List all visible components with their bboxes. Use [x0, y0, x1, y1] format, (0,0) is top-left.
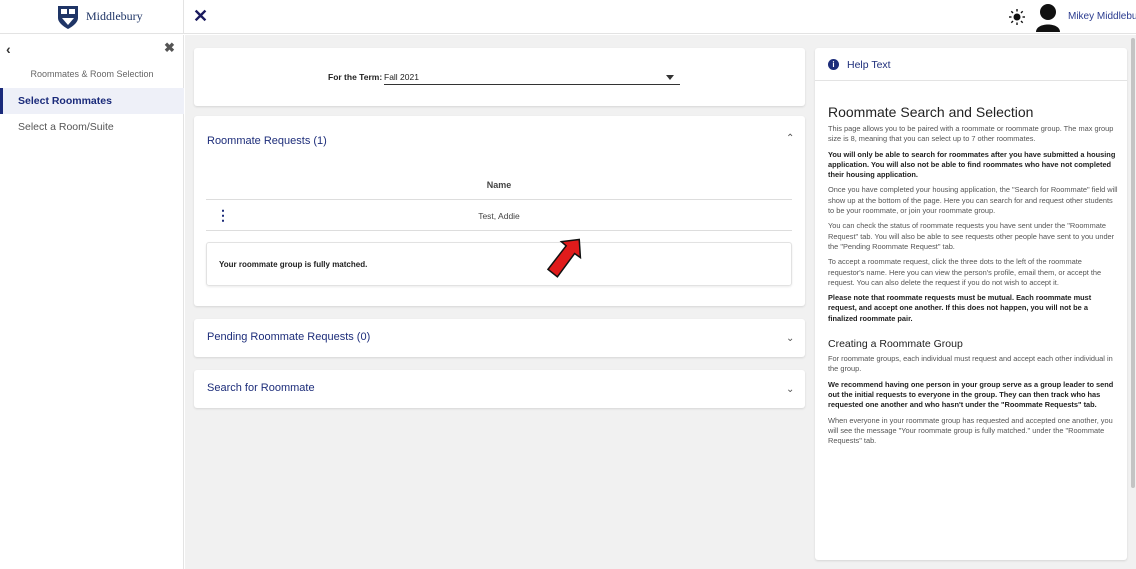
pending-requests-title[interactable]: Pending Roommate Requests (0)	[207, 331, 370, 343]
help-paragraph: When everyone in your roommate group has…	[828, 415, 1113, 446]
avatar[interactable]	[1034, 2, 1062, 32]
top-bar: Middlebury ✕ Mikey Middlebury	[0, 0, 1136, 34]
help-paragraph: Once you have completed your housing app…	[828, 185, 1118, 216]
help-body: Roommate Search and Selection This page …	[828, 104, 1118, 451]
help-header: i Help Text	[815, 48, 1127, 81]
help-paragraph: You can check the status of roommate req…	[828, 221, 1115, 251]
term-card: For the Term: Fall 2021	[194, 48, 805, 106]
scrollbar-thumb[interactable]	[1131, 38, 1135, 488]
sidebar-item-select-roommates[interactable]: Select Roommates	[0, 88, 184, 114]
match-status-text: Your roommate group is fully matched.	[219, 260, 368, 269]
close-icon[interactable]: ✕	[193, 6, 208, 26]
logo-text: Middlebury	[86, 9, 143, 23]
main-content: For the Term: Fall 2021 Roommate Request…	[185, 35, 1136, 569]
term-label: For the Term:	[328, 72, 383, 82]
sidebar-item-select-room[interactable]: Select a Room/Suite	[0, 114, 184, 140]
info-icon: i	[828, 59, 839, 70]
help-paragraph: For roommate groups, each individual mus…	[828, 354, 1113, 374]
help-paragraph: We recommend having one person in your g…	[828, 379, 1114, 410]
chevron-up-icon[interactable]: ⌃	[786, 133, 794, 144]
match-status-box: Your roommate group is fully matched.	[206, 242, 792, 286]
user-name[interactable]: Mikey Middlebury	[1068, 11, 1136, 22]
search-roommate-panel[interactable]: Search for Roommate ⌄	[194, 370, 805, 408]
roommate-name: Test, Addie	[478, 211, 520, 221]
help-paragraph: Please note that roommate requests must …	[828, 293, 1092, 323]
help-panel: i Help Text Roommate Search and Selectio…	[815, 48, 1127, 560]
logo-area[interactable]: Middlebury	[0, 0, 184, 34]
close-icon[interactable]: ✖	[164, 40, 175, 56]
search-roommate-title[interactable]: Search for Roommate	[207, 382, 315, 394]
chevron-down-icon[interactable]: ⌄	[786, 333, 794, 344]
chevron-left-icon[interactable]: ‹	[6, 41, 11, 57]
help-subheading: Creating a Roommate Group	[828, 338, 963, 351]
term-select[interactable]: Fall 2021	[384, 68, 680, 85]
term-select-value: Fall 2021	[384, 72, 419, 82]
middlebury-shield-icon	[58, 6, 78, 29]
help-paragraph: You will only be able to search for room…	[828, 149, 1116, 180]
help-title: Help Text	[847, 59, 891, 71]
table-row: ⋮ Test, Addie	[206, 201, 792, 231]
chevron-down-icon[interactable]: ⌄	[786, 384, 794, 395]
caret-down-icon	[666, 75, 674, 80]
sun-icon[interactable]	[1008, 8, 1026, 26]
roommate-requests-panel: Roommate Requests (1) ⌃ Name ⋮ Test, Add…	[194, 116, 805, 306]
annotation-arrow-icon	[546, 238, 582, 278]
help-paragraph: This page allows you to be paired with a…	[828, 124, 1114, 144]
sidebar: ‹ ✖ Roommates & Room Selection Select Ro…	[0, 35, 184, 569]
pending-requests-panel[interactable]: Pending Roommate Requests (0) ⌄	[194, 319, 805, 357]
help-heading: Roommate Search and Selection	[828, 104, 1034, 120]
sidebar-heading: Roommates & Room Selection	[30, 69, 154, 79]
help-paragraph: To accept a roommate request, click the …	[828, 257, 1102, 287]
roommate-requests-title[interactable]: Roommate Requests (1)	[207, 135, 327, 147]
table-header-name: Name	[206, 168, 792, 200]
